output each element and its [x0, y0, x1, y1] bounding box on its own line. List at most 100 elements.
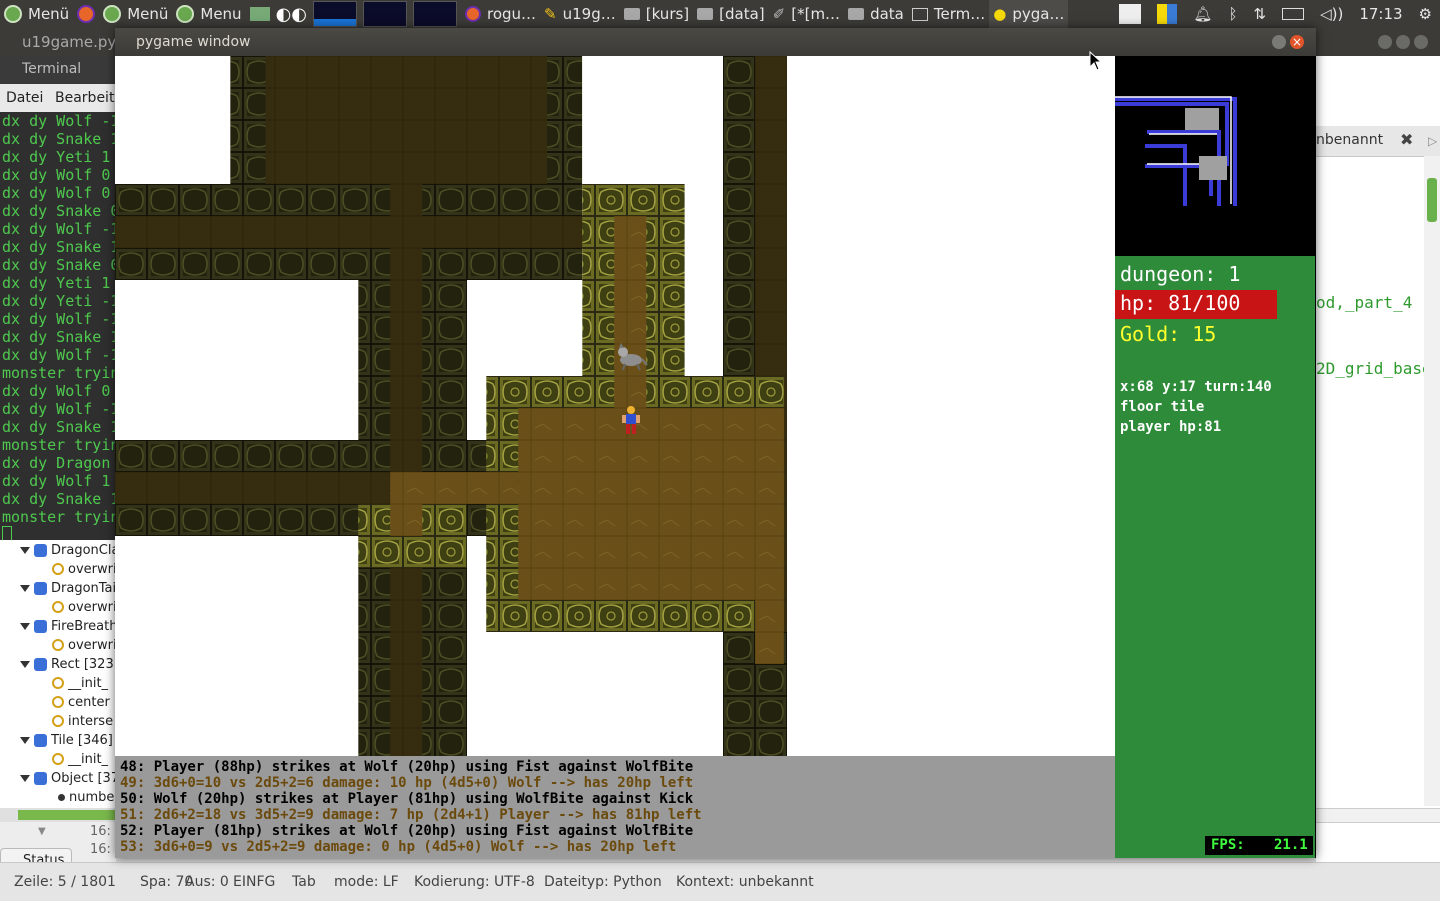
class-icon	[34, 581, 47, 595]
menu-bearbeiten[interactable]: Bearbeit	[55, 90, 114, 106]
menu-datei[interactable]: Datei	[6, 90, 43, 106]
task-label: u19g…	[562, 5, 616, 23]
menu-button-1[interactable]: Menü	[0, 0, 73, 28]
status-tab-mode: Tab	[292, 874, 316, 890]
code-editor[interactable]	[1316, 56, 1440, 862]
tree-item[interactable]: center	[52, 693, 110, 711]
menu-button-2[interactable]: Menü	[99, 0, 172, 28]
unexplored-area	[467, 376, 487, 440]
tree-item[interactable]: __init_	[52, 750, 108, 768]
tree-item[interactable]: Rect [323	[20, 655, 114, 673]
symbol-tree: overwri DragonCla overwri DragonTai overwri F…	[0, 540, 116, 810]
bluetooth-icon[interactable]: ᛒ	[1228, 5, 1237, 23]
expand-arrow-icon[interactable]	[20, 546, 30, 554]
tree-item[interactable]: FireBreath	[20, 617, 116, 635]
menu-label: Menu	[200, 5, 242, 23]
terminal-line: dx dy Snake 1	[2, 328, 116, 346]
tree-item[interactable]: __init_	[52, 674, 108, 692]
terminal-line: dx dy Snake 1	[2, 490, 116, 508]
network-icon[interactable]: ⇅	[1253, 5, 1266, 23]
class-icon	[34, 543, 47, 557]
expand-arrow-icon[interactable]	[20, 622, 30, 630]
minimize-icon[interactable]	[1378, 35, 1392, 49]
dungeon-view[interactable]	[115, 56, 1115, 756]
task-terminal[interactable]: Term…	[908, 0, 989, 28]
tree-item[interactable]: overwri	[52, 560, 116, 578]
tree-item[interactable]: numbe	[58, 788, 114, 806]
minimize-icon[interactable]	[1272, 35, 1286, 49]
terminal-line: dx dy Snake 1	[2, 238, 116, 256]
tree-item[interactable]: interse	[52, 712, 113, 730]
collapse-icon[interactable]: ▼	[38, 826, 46, 837]
pygame-titlebar[interactable]: pygame window ×	[115, 28, 1316, 56]
code-line: od,_part_4	[1316, 293, 1413, 312]
fps-value: 21.1	[1274, 837, 1308, 853]
scrollbar-thumb[interactable]	[1427, 178, 1437, 222]
terminal-line: dx dy Wolf 1	[2, 472, 111, 490]
python-icon: ●	[993, 5, 1007, 23]
status-sel: Aus: 0	[185, 874, 229, 890]
task-pygame[interactable]: ● pyga…	[989, 0, 1069, 28]
unexplored-area	[467, 632, 723, 756]
tree-item[interactable]: Tile [346]	[20, 731, 113, 749]
log-line: 53: 3d6+0=9 vs 2d5+2=9 damage: 0 hp (4d5…	[120, 839, 677, 855]
folder-icon	[697, 8, 714, 20]
tree-item[interactable]: Object [37	[20, 769, 116, 787]
notification-icon[interactable]: 🔔︎	[1193, 5, 1212, 23]
method-icon	[52, 715, 64, 727]
scrollbar-thumb[interactable]	[18, 810, 116, 820]
code-line: 2D_grid_base	[1316, 359, 1432, 378]
firefox-launcher[interactable]	[73, 0, 99, 28]
top-panel: Menü Menü Menu ◐◐ rogu… ✎ u19g… [kurs] [d…	[0, 0, 1440, 28]
expand-arrow-icon[interactable]	[20, 736, 30, 744]
method-icon	[52, 563, 64, 575]
tree-item[interactable]: DragonCla	[20, 541, 116, 559]
firefox-icon	[77, 5, 96, 23]
terminal-line: dx dy Wolf 0	[2, 166, 111, 184]
log-line: 48: Player (88hp) strikes at Wolf (20hp)…	[120, 759, 694, 775]
task-u19game[interactable]: ✎ u19g…	[540, 0, 620, 28]
task-rogue[interactable]: rogu…	[461, 0, 540, 28]
maximize-icon[interactable]	[1396, 35, 1410, 49]
menu-button-3[interactable]: Menu	[172, 0, 245, 28]
terminal-line: dx dy Snake 0	[2, 256, 116, 274]
editor-scrollbar[interactable]	[1424, 156, 1440, 806]
close-icon[interactable]: ×	[1290, 35, 1304, 49]
tree-item-label: __init_	[68, 675, 109, 691]
cpu-graph-icon	[312, 1, 357, 27]
tree-item[interactable]: overwri	[52, 598, 116, 616]
clock[interactable]: 17:13	[1359, 5, 1402, 23]
disk-graph-icon	[412, 1, 457, 27]
terminal-line: dx dy Snake 0	[2, 202, 116, 220]
terminal-line: dx dy Wolf -1	[2, 310, 116, 328]
close-icon[interactable]	[1414, 35, 1428, 49]
workspace-icon[interactable]	[1157, 4, 1178, 24]
battery-icon[interactable]	[1282, 8, 1305, 20]
expand-arrow-icon[interactable]	[20, 660, 30, 668]
tree-scrollbar[interactable]	[0, 808, 116, 822]
settings-gear-icon[interactable]: ⚙	[1419, 5, 1432, 23]
tree-item-label: DragonCla	[51, 542, 116, 558]
task-data-folder[interactable]: [data]	[693, 0, 769, 28]
tab-scroll-right-icon[interactable]: ▷	[1428, 134, 1437, 148]
terminal-line: dx dy Dragon	[2, 454, 111, 472]
expand-arrow-icon[interactable]	[20, 584, 30, 592]
terminal-titlebar[interactable]: Terminal	[0, 56, 116, 84]
expand-arrow-icon[interactable]	[20, 774, 30, 782]
task-data[interactable]: data	[844, 0, 908, 28]
terminal-output[interactable]: dx dy Wolf -1 dx dy Snake 1 dx dy Yeti 1 dx…	[2, 112, 116, 526]
terminal-line: dx dy Yeti -1	[2, 292, 116, 310]
tree-item[interactable]: DragonTai	[20, 579, 116, 597]
tree-item-label: DragonTai	[51, 580, 116, 596]
floor-tiles-lit	[755, 600, 784, 664]
editor-window-title: u19game.py -	[22, 33, 127, 51]
screenshot-icon[interactable]	[1119, 4, 1142, 24]
task-kurs[interactable]: [kurs]	[620, 0, 693, 28]
tree-item[interactable]: overwri	[52, 636, 116, 654]
task-markdown[interactable]: ✐ [*[m…	[769, 0, 844, 28]
editor-tab-unbenannt[interactable]: nbenannt	[1316, 132, 1383, 148]
tab-close-icon[interactable]: ✖	[1400, 130, 1413, 149]
volume-icon[interactable]: ◁))	[1320, 5, 1343, 23]
tree-item-label: center	[68, 694, 110, 710]
class-icon	[34, 619, 47, 633]
